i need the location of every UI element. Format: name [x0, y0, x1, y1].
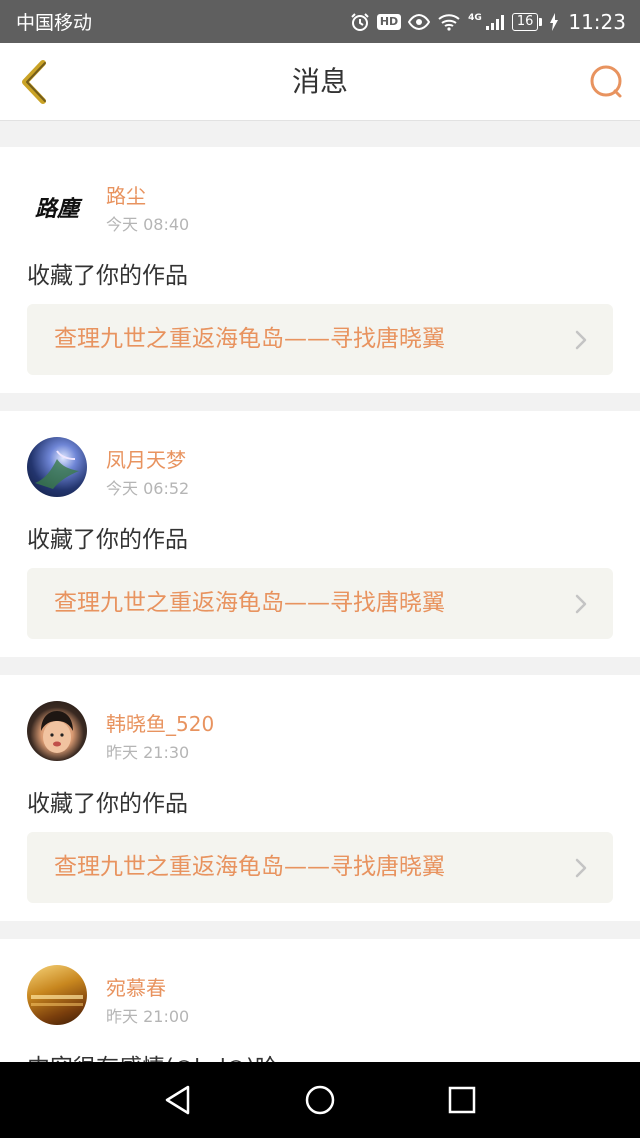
message-time: 昨天 21:00: [106, 1007, 190, 1026]
message-text: 内容很有感情(○'ω'○)哈: [27, 1048, 278, 1062]
search-button[interactable]: [588, 63, 626, 101]
hd-icon: HD: [376, 13, 402, 30]
status-icons: HD 4G 16 11:23: [350, 10, 626, 34]
avatar[interactable]: 路塵: [27, 177, 87, 237]
eye-icon: [408, 13, 431, 30]
avatar-photo: [41, 711, 73, 753]
avatar-art: [31, 995, 83, 1006]
message-time: 今天 08:40: [106, 215, 190, 234]
avatar-calligraphy: 路塵: [34, 196, 79, 222]
work-title: 查理九世之重返海龟岛——寻找唐晓翼: [54, 854, 445, 880]
page-title: 消息: [291, 65, 348, 98]
message-text: 收藏了你的作品: [27, 791, 188, 817]
user-name[interactable]: 凤月天梦: [106, 444, 186, 473]
work-link[interactable]: 查理九世之重返海龟岛——寻找唐晓翼: [27, 304, 613, 375]
signal-icon: [485, 13, 505, 31]
battery-icon: 16: [511, 12, 542, 31]
message-text: 收藏了你的作品: [27, 527, 188, 553]
avatar[interactable]: [27, 965, 87, 1025]
back-triangle-icon[interactable]: [162, 1084, 194, 1116]
message-card: 韩晓鱼_520 昨天 21:30 收藏了你的作品 查理九世之重返海龟岛——寻找唐…: [0, 675, 640, 921]
avatar[interactable]: [27, 701, 87, 761]
chevron-right-icon: [575, 858, 587, 878]
chevron-right-icon: [575, 594, 587, 614]
home-circle-icon[interactable]: [304, 1084, 336, 1116]
message-card: 凤月天梦 今天 06:52 收藏了你的作品 查理九世之重返海龟岛——寻找唐晓翼: [0, 411, 640, 657]
message-card: 宛慕春 昨天 21:00 内容很有感情(○'ω'○)哈: [0, 939, 640, 1062]
message-card: 路塵 路尘 今天 08:40 收藏了你的作品 查理九世之重返海龟岛——寻找唐晓翼: [0, 147, 640, 393]
header-bar: 消息: [0, 43, 640, 121]
clock: 11:23: [568, 9, 626, 34]
system-nav-bar: [0, 1062, 640, 1138]
message-time: 昨天 21:30: [106, 743, 190, 762]
avatar[interactable]: [27, 437, 87, 497]
work-title: 查理九世之重返海龟岛——寻找唐晓翼: [54, 590, 445, 616]
search-icon: [590, 65, 622, 98]
wifi-icon: [437, 13, 461, 31]
work-link[interactable]: 查理九世之重返海龟岛——寻找唐晓翼: [27, 832, 613, 903]
work-title: 查理九世之重返海龟岛——寻找唐晓翼: [54, 326, 445, 352]
carrier-label: 中国移动: [16, 12, 93, 34]
recents-square-icon[interactable]: [446, 1084, 478, 1116]
charging-icon: [549, 12, 559, 31]
message-text: 收藏了你的作品: [27, 263, 188, 289]
network-type-label: 4G: [468, 12, 482, 23]
user-name[interactable]: 路尘: [106, 180, 146, 209]
alarm-icon: [350, 12, 370, 32]
status-bar: 中国移动 HD 4G 16 11:23: [0, 0, 640, 43]
user-name[interactable]: 韩晓鱼_520: [106, 708, 214, 737]
message-time: 今天 06:52: [106, 479, 190, 498]
avatar-art: [35, 450, 79, 489]
user-name[interactable]: 宛慕春: [106, 972, 166, 1001]
work-link[interactable]: 查理九世之重返海龟岛——寻找唐晓翼: [27, 568, 613, 639]
chevron-right-icon: [575, 330, 587, 350]
message-list[interactable]: 路塵 路尘 今天 08:40 收藏了你的作品 查理九世之重返海龟岛——寻找唐晓翼…: [0, 121, 640, 1062]
